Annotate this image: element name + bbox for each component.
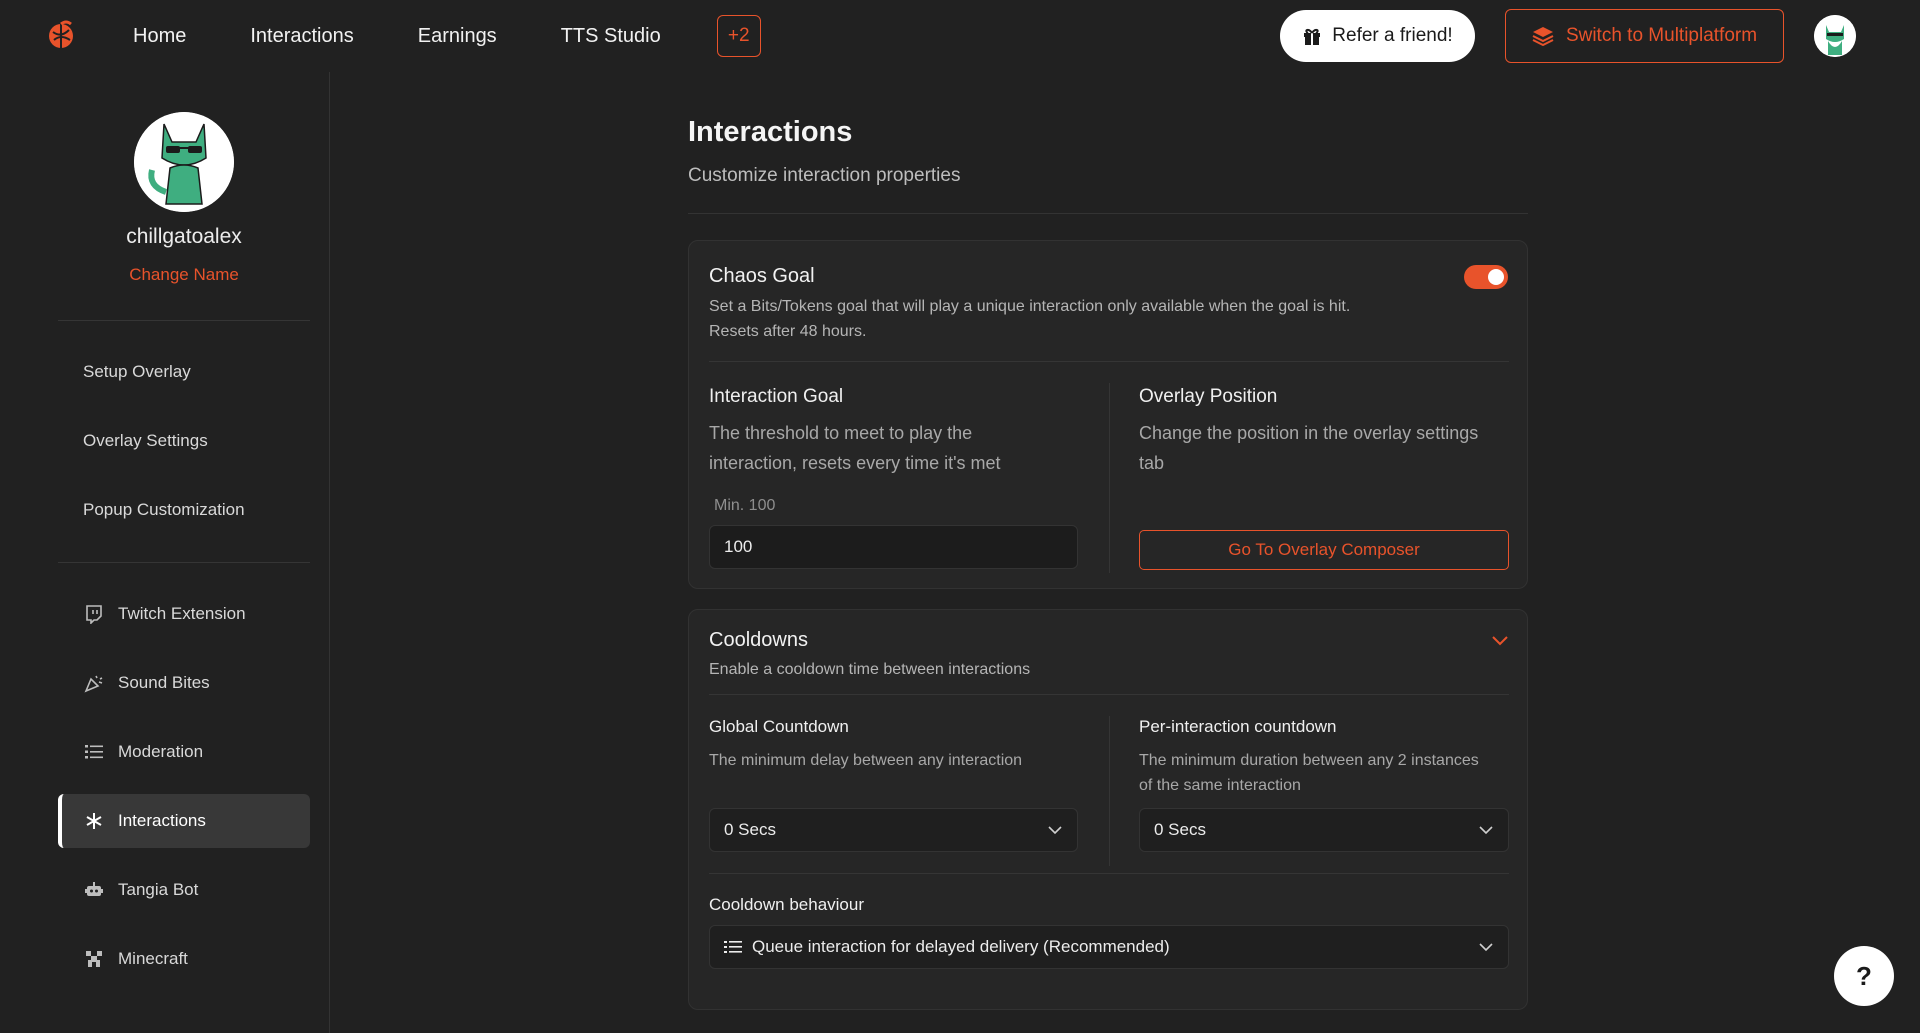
sidebar-item-label: Sound Bites (118, 673, 210, 692)
sidebar: chillgatoalex Change Name Setup Overlay … (0, 72, 330, 1033)
sidebar-item-moderation[interactable]: Moderation (58, 725, 310, 779)
cooldown-behaviour-select[interactable]: Queue interaction for delayed delivery (… (709, 925, 1509, 969)
sidebar-item-sound-bites[interactable]: Sound Bites (58, 656, 310, 710)
chevron-down-icon[interactable] (1492, 636, 1508, 646)
chaos-goal-card: Chaos Goal Set a Bits/Tokens goal that w… (688, 240, 1528, 589)
per-interaction-countdown-description: The minimum duration between any 2 insta… (1139, 752, 1479, 769)
per-interaction-countdown-select[interactable]: 0 Secs (1139, 808, 1509, 852)
interaction-goal-description-2: interaction, resets every time it's met (709, 453, 1001, 473)
interaction-goal-input[interactable]: 100 (709, 525, 1078, 569)
change-name-link[interactable]: Change Name (0, 265, 368, 285)
cat-avatar-icon (1814, 15, 1856, 57)
main-nav: Home Interactions Earnings TTS Studio +2 (133, 0, 761, 72)
profile-username: chillgatoalex (126, 225, 242, 248)
sidebar-item-minecraft[interactable]: Minecraft (58, 932, 310, 986)
switch-multiplatform-label: Switch to Multiplatform (1565, 25, 1758, 46)
user-avatar[interactable] (1814, 15, 1856, 57)
sidebar-item-label: Moderation (118, 742, 204, 761)
column-divider (1109, 716, 1110, 866)
chaos-goal-description: Set a Bits/Tokens goal that will play a … (709, 298, 1351, 315)
chevron-down-icon (1479, 826, 1493, 835)
column-divider (1109, 383, 1110, 573)
nav-tts-studio[interactable]: TTS Studio (561, 25, 661, 48)
cooldowns-card: Cooldowns Enable a cooldown time between… (688, 609, 1528, 1010)
sidebar-item-tangia-bot[interactable]: Tangia Bot (58, 863, 310, 917)
refer-friend-label: Refer a friend! (1332, 25, 1453, 46)
sidebar-item-label: Minecraft (118, 949, 188, 968)
gift-icon (1304, 28, 1321, 45)
global-countdown-value: 0 Secs (724, 820, 776, 839)
twitch-icon (83, 603, 105, 625)
sidebar-item-setup-overlay[interactable]: Setup Overlay (58, 345, 310, 399)
sidebar-item-popup-customization[interactable]: Popup Customization (58, 483, 310, 537)
cooldowns-title: Cooldowns (709, 629, 808, 651)
global-countdown-select[interactable]: 0 Secs (709, 808, 1078, 852)
toggle-knob (1488, 269, 1504, 285)
sidebar-item-label: Twitch Extension (118, 604, 246, 623)
card-divider (709, 361, 1509, 362)
logo-icon[interactable] (44, 18, 78, 52)
global-countdown-description: The minimum delay between any interactio… (709, 752, 1023, 769)
refer-friend-button[interactable]: Refer a friend! (1280, 10, 1475, 62)
nav-interactions[interactable]: Interactions (250, 25, 353, 48)
nav-more-button[interactable]: +2 (716, 15, 761, 57)
per-interaction-countdown-description-2: of the same interaction (1139, 777, 1301, 794)
card-divider (709, 873, 1509, 874)
sidebar-item-overlay-settings[interactable]: Overlay Settings (58, 414, 310, 468)
help-button[interactable]: ? (1834, 946, 1894, 1006)
sidebar-item-label: Tangia Bot (118, 880, 199, 899)
sidebar-item-label: Interactions (118, 811, 206, 830)
top-navbar: Home Interactions Earnings TTS Studio +2… (0, 0, 1920, 72)
per-interaction-countdown-value: 0 Secs (1154, 820, 1206, 839)
sidebar-item-interactions[interactable]: Interactions (58, 794, 310, 848)
nav-home[interactable]: Home (133, 25, 186, 48)
cooldowns-description: Enable a cooldown time between interacti… (709, 661, 1031, 678)
per-interaction-countdown-title: Per-interaction countdown (1139, 717, 1337, 736)
list-icon (83, 741, 105, 763)
robot-icon (83, 879, 105, 901)
global-countdown-title: Global Countdown (709, 717, 849, 736)
interaction-goal-hint: Min. 100 (714, 497, 776, 514)
sidebar-divider (58, 320, 310, 321)
cat-avatar-icon (134, 112, 234, 212)
interaction-goal-description: The threshold to meet to play the (709, 423, 973, 443)
chevron-down-icon (1479, 943, 1493, 952)
profile-avatar[interactable] (134, 112, 234, 212)
chaos-goal-reset-note: Resets after 48 hours. (709, 323, 867, 340)
sidebar-item-twitch-extension[interactable]: Twitch Extension (58, 587, 310, 641)
creeper-icon (83, 948, 105, 970)
chaos-goal-title: Chaos Goal (709, 265, 815, 287)
chaos-goal-toggle[interactable] (1464, 265, 1508, 289)
layers-icon (1532, 27, 1554, 46)
cooldown-behaviour-title: Cooldown behaviour (709, 895, 864, 914)
asterisk-icon (83, 810, 105, 832)
interaction-goal-title: Interaction Goal (709, 386, 844, 407)
page-subtitle: Customize interaction properties (688, 165, 961, 186)
sidebar-divider (58, 562, 310, 563)
page-title: Interactions (688, 116, 853, 148)
nav-earnings[interactable]: Earnings (418, 25, 497, 48)
switch-multiplatform-button[interactable]: Switch to Multiplatform (1505, 9, 1784, 63)
party-horn-icon (83, 672, 105, 694)
card-divider (709, 694, 1509, 695)
go-to-overlay-composer-button[interactable]: Go To Overlay Composer (1139, 530, 1509, 570)
header-divider (688, 213, 1528, 214)
cooldown-behaviour-value: Queue interaction for delayed delivery (… (752, 937, 1170, 956)
overlay-position-description: Change the position in the overlay setti… (1139, 423, 1479, 443)
overlay-position-description-2: tab (1139, 453, 1165, 473)
list-icon (724, 941, 742, 953)
chevron-down-icon (1048, 826, 1062, 835)
overlay-position-title: Overlay Position (1139, 386, 1278, 407)
